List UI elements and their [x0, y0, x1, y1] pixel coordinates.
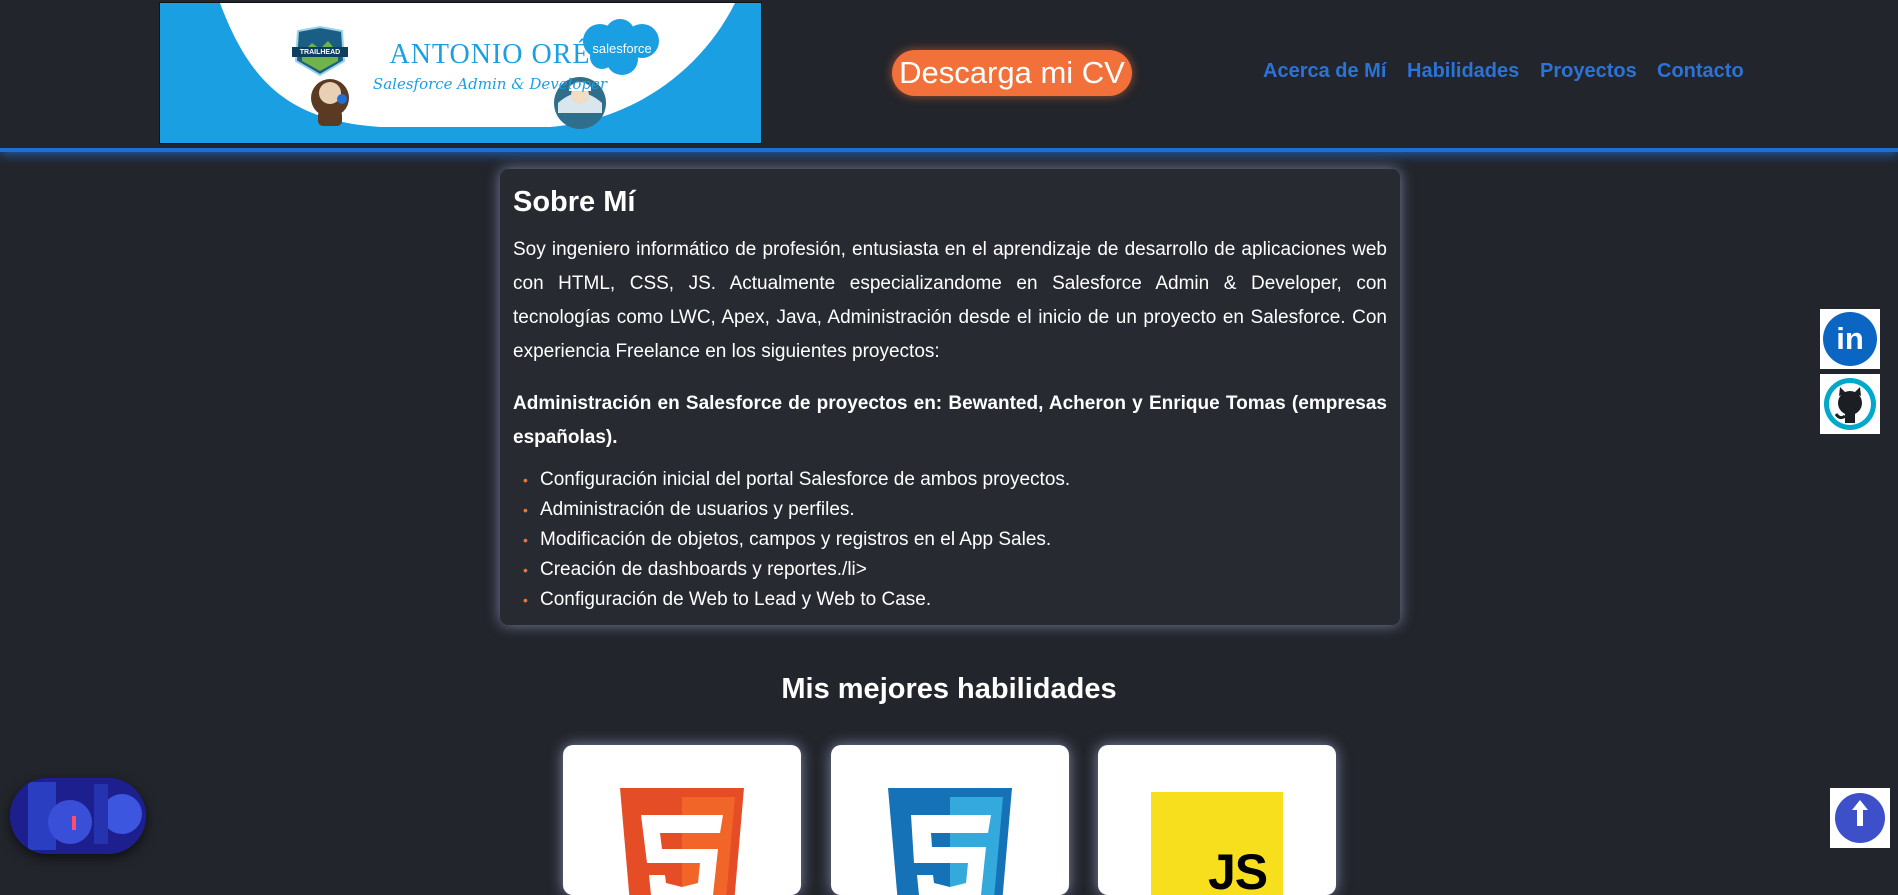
- task-list: • Configuración inicial del portal Salesf…: [513, 465, 1387, 615]
- site-header: ANTONIO ORÉ Salesforce Admin & Developer…: [0, 0, 1898, 152]
- task-text: Administración de usuarios y perfiles.: [540, 499, 855, 520]
- bullet-icon: •: [523, 532, 528, 548]
- list-item: • Modificación de objetos, campos y regis…: [513, 525, 1387, 555]
- project-heading: Administración en Salesforce de proyecto…: [513, 393, 1387, 448]
- arrow-up-icon: [1835, 793, 1885, 843]
- skill-card-css[interactable]: [831, 745, 1069, 895]
- banner-name: ANTONIO ORÉ: [389, 39, 591, 70]
- github-link[interactable]: [1820, 374, 1880, 434]
- css3-icon: [888, 788, 1012, 895]
- task-text: Creación de dashboards y reportes./li>: [540, 559, 867, 580]
- bullet-icon: •: [523, 562, 528, 578]
- skill-card-html[interactable]: [563, 745, 801, 895]
- task-text: Configuración de Web to Lead y Web to Ca…: [540, 589, 932, 610]
- javascript-label: JS: [1208, 844, 1268, 895]
- list-item: • Administración de usuarios y perfiles.: [513, 495, 1387, 525]
- widget-artwork-icon: [10, 778, 146, 854]
- list-item: • Creación de dashboards y reportes./li>: [513, 555, 1387, 585]
- nav-link-projects[interactable]: Proyectos: [1540, 60, 1637, 83]
- trailhead-badge-text: TRAILHEAD: [299, 49, 341, 56]
- about-intro: Soy ingeniero informático de profesión, …: [513, 239, 1387, 362]
- html5-icon: [620, 788, 744, 895]
- back-to-top-button[interactable]: [1830, 788, 1890, 848]
- bullet-icon: •: [523, 592, 528, 608]
- floating-media-widget[interactable]: [10, 778, 146, 854]
- banner-subtitle: Salesforce Admin & Developer: [372, 75, 608, 93]
- about-title: Sobre Mí: [513, 186, 636, 218]
- salesforce-logo-text: salesforce: [592, 41, 652, 56]
- github-icon: [1824, 378, 1876, 430]
- skill-card-js[interactable]: JS: [1098, 745, 1336, 895]
- linkedin-link[interactable]: in: [1820, 309, 1880, 369]
- banner-logo[interactable]: ANTONIO ORÉ Salesforce Admin & Developer…: [159, 2, 762, 144]
- nav-link-contact[interactable]: Contacto: [1657, 60, 1744, 83]
- download-cv-button[interactable]: Descarga mi CV: [892, 50, 1132, 96]
- task-text: Modificación de objetos, campos y regist…: [540, 529, 1052, 550]
- skills-title: Mis mejores habilidades: [781, 673, 1117, 705]
- nav-link-skills[interactable]: Habilidades: [1407, 60, 1519, 83]
- banner-artwork: [160, 3, 761, 143]
- bullet-icon: •: [523, 502, 528, 518]
- nav-link-about[interactable]: Acerca de Mí: [1263, 60, 1386, 83]
- bullet-icon: •: [523, 472, 528, 488]
- task-text: Configuración inicial del portal Salesfo…: [540, 469, 1071, 490]
- list-item: • Configuración de Web to Lead y Web to C…: [513, 585, 1387, 615]
- about-card: Sobre Mí Soy ingeniero informático de pr…: [500, 169, 1400, 625]
- list-item: • Configuración inicial del portal Salesf…: [513, 465, 1387, 495]
- linkedin-label: in: [1836, 321, 1864, 356]
